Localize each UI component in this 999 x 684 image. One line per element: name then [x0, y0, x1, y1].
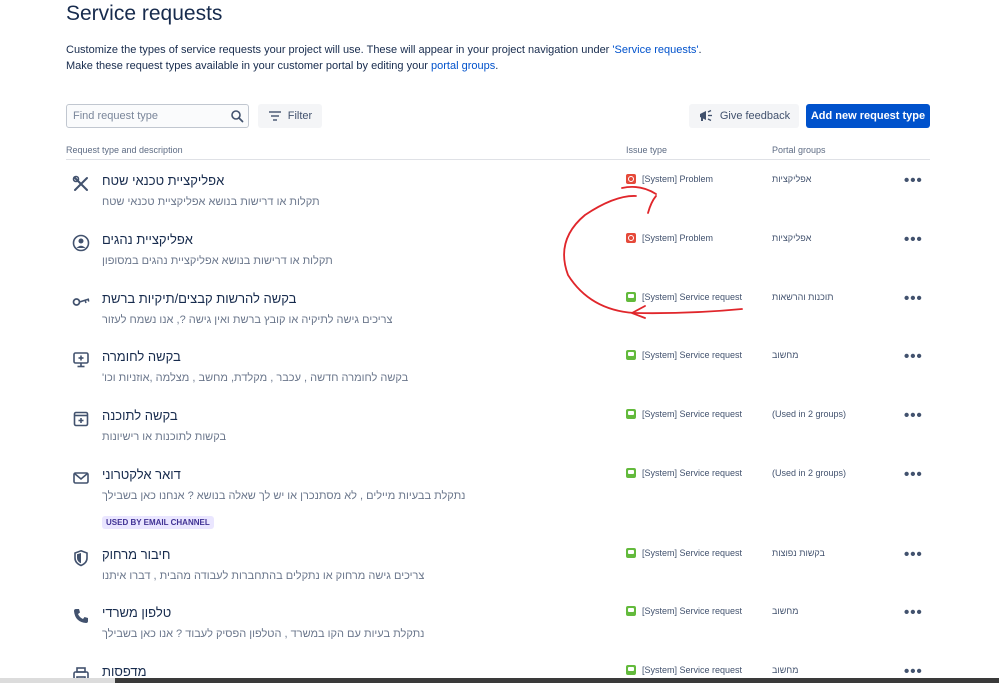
issue-type: [System] Service request [626, 468, 742, 478]
page-description-line-2: Make these request types available in yo… [66, 60, 498, 72]
envelope-icon [73, 472, 89, 484]
shield-icon [74, 549, 88, 567]
give-feedback-button[interactable]: Give feedback [689, 104, 799, 128]
request-type-name[interactable]: בקשה לתוכנה [102, 408, 178, 423]
annotation-arrowhead-bottom [631, 305, 646, 319]
issue-type: [System] Service request [626, 665, 742, 675]
more-actions-button[interactable]: ••• [904, 290, 923, 307]
search-input[interactable] [67, 105, 233, 127]
portal-groups: מחשוב [772, 350, 799, 360]
issue-type-label: [System] Service request [642, 665, 743, 675]
more-actions-button[interactable]: ••• [904, 466, 923, 483]
service-request-icon [626, 548, 636, 558]
request-type-name[interactable]: טלפון משרדי [102, 605, 171, 620]
desc-text: Make these request types available in yo… [66, 60, 432, 72]
search-box [66, 104, 249, 128]
portal-groups: תוכנות והרשאות [772, 292, 834, 302]
monitor-plus-icon [73, 352, 89, 368]
column-header-request-type: Request type and description [66, 145, 183, 155]
request-type-description: תקלות או דרישות בנושא אפליקציית טכנאי שט… [102, 196, 320, 208]
request-type-name[interactable]: בקשה לחומרה [102, 349, 181, 364]
request-type-name[interactable]: דואר אלקטרוני [102, 467, 181, 482]
portal-groups: בקשות נפוצות [772, 548, 825, 558]
request-type-name[interactable]: חיבור מרחוק [102, 547, 170, 562]
desc-text: . [698, 44, 702, 56]
more-actions-button[interactable]: ••• [904, 407, 923, 424]
request-type-name[interactable]: בקשה להרשות קבצים/תיקיות ברשת [102, 291, 296, 306]
give-feedback-label: Give feedback [719, 110, 791, 122]
search-icon[interactable] [230, 109, 244, 123]
service-request-icon [626, 665, 636, 675]
desc-text: . [495, 60, 499, 72]
portal-groups: אפליקציות [772, 233, 812, 243]
request-type-description: בקשות לתוכנות או רישיונות [102, 431, 227, 443]
key-icon [72, 298, 90, 306]
request-type-name[interactable]: אפליקציית טכנאי שטח [102, 173, 224, 188]
request-type-description: נתקלת בבעיות מיילים , לא מסתנכרן או יש ל… [102, 490, 466, 502]
issue-type-label: [System] Service request [642, 409, 743, 419]
service-request-icon [626, 350, 636, 360]
issue-type-label: [System] Service request [642, 292, 743, 302]
annotation-arrowhead-top [621, 185, 657, 195]
user-circle-icon [72, 234, 90, 252]
more-actions-button[interactable]: ••• [904, 604, 923, 621]
tools-icon [72, 175, 88, 191]
request-type-description: צריכים גישה לתיקיה או קובץ ברשת ואין גיש… [102, 314, 393, 326]
issue-type-label: [System] Service request [642, 468, 743, 478]
service-request-icon [626, 409, 636, 419]
request-type-name[interactable]: אפליקציית נהגים [102, 232, 193, 247]
request-type-name[interactable]: מדפסות [102, 664, 147, 679]
request-type-description: בקשה לחומרה חדשה , עכבר , מקלדת, מחשב , … [102, 372, 409, 384]
more-actions-button[interactable]: ••• [904, 172, 923, 189]
filter-label: Filter [287, 110, 313, 122]
megaphone-icon [699, 109, 712, 122]
issue-type: [System] Problem [626, 174, 713, 184]
portal-groups: (Used in 2 groups) [772, 409, 847, 419]
page-description-line-1: Customize the types of service requests … [66, 44, 702, 56]
issue-type-label: [System] Problem [642, 174, 714, 184]
header-divider [66, 159, 930, 160]
email-channel-badge: USED BY EMAIL CHANNEL [102, 516, 214, 529]
request-type-description: נתקלת בעיות עם הקו במשרד , הטלפון הפסיק … [102, 628, 425, 640]
portal-groups: אפליקציות [772, 174, 812, 184]
request-type-description: תקלות או דרישות בנושא אפליקציית נהגים במ… [102, 255, 333, 267]
issue-type-label: [System] Service request [642, 548, 743, 558]
issue-type: [System] Service request [626, 606, 742, 616]
service-request-icon [626, 468, 636, 478]
column-header-issue-type: Issue type [626, 145, 668, 155]
phone-icon [74, 609, 88, 623]
service-requests-link[interactable]: 'Service requests' [612, 44, 698, 56]
page-title: Service requests [66, 2, 223, 25]
portal-groups-link[interactable]: portal groups [431, 60, 495, 72]
filter-icon [268, 111, 281, 121]
issue-type-label: [System] Problem [642, 233, 714, 243]
issue-type: [System] Service request [626, 292, 742, 302]
issue-type: [System] Service request [626, 409, 742, 419]
desc-text: Customize the types of service requests … [66, 44, 613, 56]
service-request-icon [626, 292, 636, 302]
portal-groups: (Used in 2 groups) [772, 468, 847, 478]
problem-icon [626, 233, 636, 243]
annotation-tick-top [647, 195, 657, 214]
window-plus-icon [73, 411, 89, 427]
issue-type: [System] Problem [626, 233, 713, 243]
issue-type-label: [System] Service request [642, 606, 743, 616]
bottom-bar-segment [0, 678, 115, 683]
more-actions-button[interactable]: ••• [904, 348, 923, 365]
portal-groups: מחשוב [772, 665, 799, 675]
portal-groups: מחשוב [772, 606, 799, 616]
issue-type-label: [System] Service request [642, 350, 743, 360]
issue-type: [System] Service request [626, 548, 742, 558]
window-bottom-bar [0, 678, 999, 683]
column-header-portal-groups: Portal groups [772, 145, 826, 155]
request-type-description: צריכים גישה מרחוק או נתקלים בהתחברות לעב… [102, 570, 425, 582]
filter-button[interactable]: Filter [258, 104, 322, 128]
problem-icon [626, 174, 636, 184]
more-actions-button[interactable]: ••• [904, 546, 923, 563]
add-request-type-button[interactable]: Add new request type [806, 104, 930, 128]
service-request-icon [626, 606, 636, 616]
issue-type: [System] Service request [626, 350, 742, 360]
more-actions-button[interactable]: ••• [904, 231, 923, 248]
